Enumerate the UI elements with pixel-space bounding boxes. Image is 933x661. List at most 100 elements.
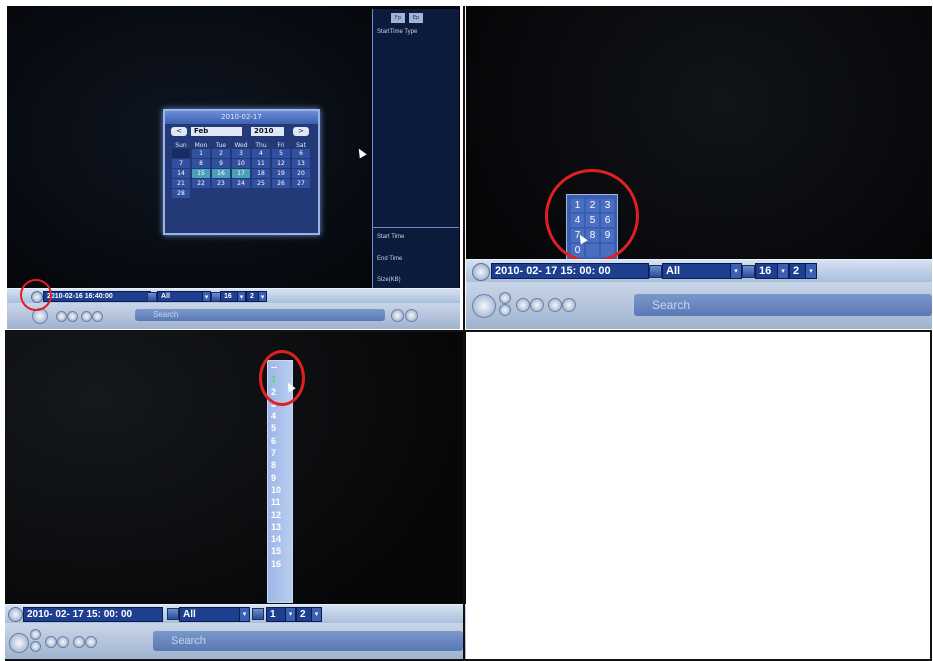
calendar-day[interactable]: 22 [192, 179, 210, 188]
calendar-day[interactable]: 15 [192, 169, 210, 178]
calendar-day[interactable]: 9 [212, 159, 230, 168]
search-button[interactable]: Search [634, 294, 932, 316]
channel-count-dropdown-arrow[interactable]: ▾ [237, 291, 246, 302]
fast-forward-button[interactable] [530, 298, 544, 312]
calendar-day[interactable]: 2 [212, 149, 230, 158]
calendar-day-empty [172, 149, 190, 158]
calendar-day[interactable]: 27 [292, 179, 310, 188]
start-time-label: Start Time [377, 234, 405, 240]
calendar-popup: 2010-02-17 < Feb 2010 > Sun Mon Tue Wed Thu F… [163, 109, 320, 235]
channel-option[interactable]: 10 [268, 484, 292, 496]
record-type-dropdown-arrow[interactable]: ▾ [239, 607, 250, 622]
calendar-day[interactable]: 25 [252, 179, 270, 188]
year-field[interactable]: 2010 [251, 127, 284, 136]
sidebar-tab-fp[interactable]: Fp [391, 13, 405, 23]
backup-button[interactable] [391, 309, 404, 322]
channel-dropdown-arrow[interactable]: ▾ [258, 291, 267, 302]
next-month-button[interactable]: > [293, 127, 309, 136]
calendar-day[interactable]: 24 [232, 179, 250, 188]
calendar-day[interactable]: 26 [272, 179, 290, 188]
next-frame-button[interactable] [92, 311, 103, 322]
record-type-select[interactable]: All [662, 263, 732, 279]
channel-dropdown-arrow[interactable]: ▾ [805, 263, 817, 279]
search-button[interactable]: Search [153, 631, 463, 651]
next-frame-button[interactable] [85, 636, 97, 648]
calendar-day[interactable]: 8 [192, 159, 210, 168]
fast-forward-button[interactable] [67, 311, 78, 322]
weekday-label: Fri [277, 142, 285, 149]
screenshot-panel-channel-list: -- 1 2 3 4 5 6 7 8 9 10 11 12 13 14 15 16 2010- 02- 17 1… [5, 332, 466, 660]
step-down-button[interactable] [30, 641, 41, 652]
channel-option[interactable]: 5 [268, 422, 292, 434]
grid-divider-vertical [463, 6, 465, 660]
calendar-day[interactable]: 14 [172, 169, 190, 178]
channel-option[interactable]: 11 [268, 496, 292, 508]
size-label: Size(KB) [377, 277, 401, 283]
channel-dropdown-arrow[interactable]: ▾ [311, 607, 322, 622]
fast-forward-button[interactable] [57, 636, 69, 648]
calendar-day[interactable]: 18 [252, 169, 270, 178]
calendar-day[interactable]: 13 [292, 159, 310, 168]
datetime-field[interactable]: 2010- 02- 17 15: 00: 00 [23, 607, 163, 622]
rewind-button[interactable] [516, 298, 530, 312]
record-type-select[interactable]: All [179, 607, 241, 622]
channel-count-dropdown-arrow[interactable]: ▾ [777, 263, 789, 279]
prev-frame-button[interactable] [73, 636, 85, 648]
sidebar-tab-ep[interactable]: Ep [409, 13, 423, 23]
channel-option[interactable]: 14 [268, 533, 292, 545]
calendar-day[interactable]: 21 [172, 179, 190, 188]
highlight-circle-channel [259, 350, 305, 406]
record-type-dropdown-arrow[interactable]: ▾ [730, 263, 742, 279]
channel-option[interactable]: 7 [268, 447, 292, 459]
channel-count-select[interactable]: 16 [755, 263, 779, 279]
slow-play-button[interactable] [405, 309, 418, 322]
prev-frame-button[interactable] [548, 298, 562, 312]
calendar-clock-icon[interactable] [8, 607, 23, 622]
next-frame-button[interactable] [562, 298, 576, 312]
channel-option[interactable]: 9 [268, 472, 292, 484]
calendar-day[interactable]: 4 [252, 149, 270, 158]
calendar-day[interactable]: 12 [272, 159, 290, 168]
calendar-day[interactable]: 19 [272, 169, 290, 178]
datetime-field[interactable]: 2010- 02- 17 15: 00: 00 [491, 263, 649, 279]
channel-option[interactable]: 15 [268, 545, 292, 557]
calendar-clock-icon[interactable] [472, 263, 490, 281]
channel-option[interactable]: 16 [268, 558, 292, 570]
channel-option[interactable]: 6 [268, 435, 292, 447]
calendar-day[interactable]: 20 [292, 169, 310, 178]
rewind-button[interactable] [56, 311, 67, 322]
play-button[interactable] [472, 294, 496, 318]
record-type-select[interactable]: All [157, 291, 205, 302]
highlight-circle-clock [20, 279, 52, 311]
calendar-day[interactable]: 17 [232, 169, 250, 178]
calendar-title: 2010-02-17 [165, 111, 318, 124]
datetime-field[interactable]: 2010-02-16 16:40:00 [43, 291, 151, 302]
channel-option[interactable]: 8 [268, 459, 292, 471]
search-toolbar: 2010- 02- 17 15: 00: 00 All ▾ 1 ▾ 2 ▾ [5, 604, 466, 623]
step-down-button[interactable] [499, 304, 511, 316]
calendar-day[interactable]: 11 [252, 159, 270, 168]
channel-option[interactable]: 12 [268, 509, 292, 521]
calendar-day[interactable]: 16 [212, 169, 230, 178]
step-up-button[interactable] [499, 292, 511, 304]
prev-month-button[interactable]: < [171, 127, 187, 136]
rewind-button[interactable] [45, 636, 57, 648]
step-up-button[interactable] [30, 629, 41, 640]
calendar-day[interactable]: 23 [212, 179, 230, 188]
record-type-dropdown-arrow[interactable]: ▾ [202, 291, 211, 302]
channel-option[interactable]: 4 [268, 410, 292, 422]
calendar-day[interactable]: 1 [192, 149, 210, 158]
calendar-day[interactable]: 6 [292, 149, 310, 158]
month-select[interactable]: Feb [191, 127, 242, 136]
playback-controls: Search [466, 282, 932, 329]
calendar-day[interactable]: 7 [172, 159, 190, 168]
calendar-day[interactable]: 10 [232, 159, 250, 168]
channel-option[interactable]: 13 [268, 521, 292, 533]
calendar-day[interactable]: 5 [272, 149, 290, 158]
play-button[interactable] [9, 633, 29, 653]
calendar-day[interactable]: 3 [232, 149, 250, 158]
prev-frame-button[interactable] [81, 311, 92, 322]
channel-count-dropdown-arrow[interactable]: ▾ [285, 607, 296, 622]
calendar-day[interactable]: 28 [172, 189, 190, 198]
search-button[interactable]: Search [135, 309, 385, 321]
